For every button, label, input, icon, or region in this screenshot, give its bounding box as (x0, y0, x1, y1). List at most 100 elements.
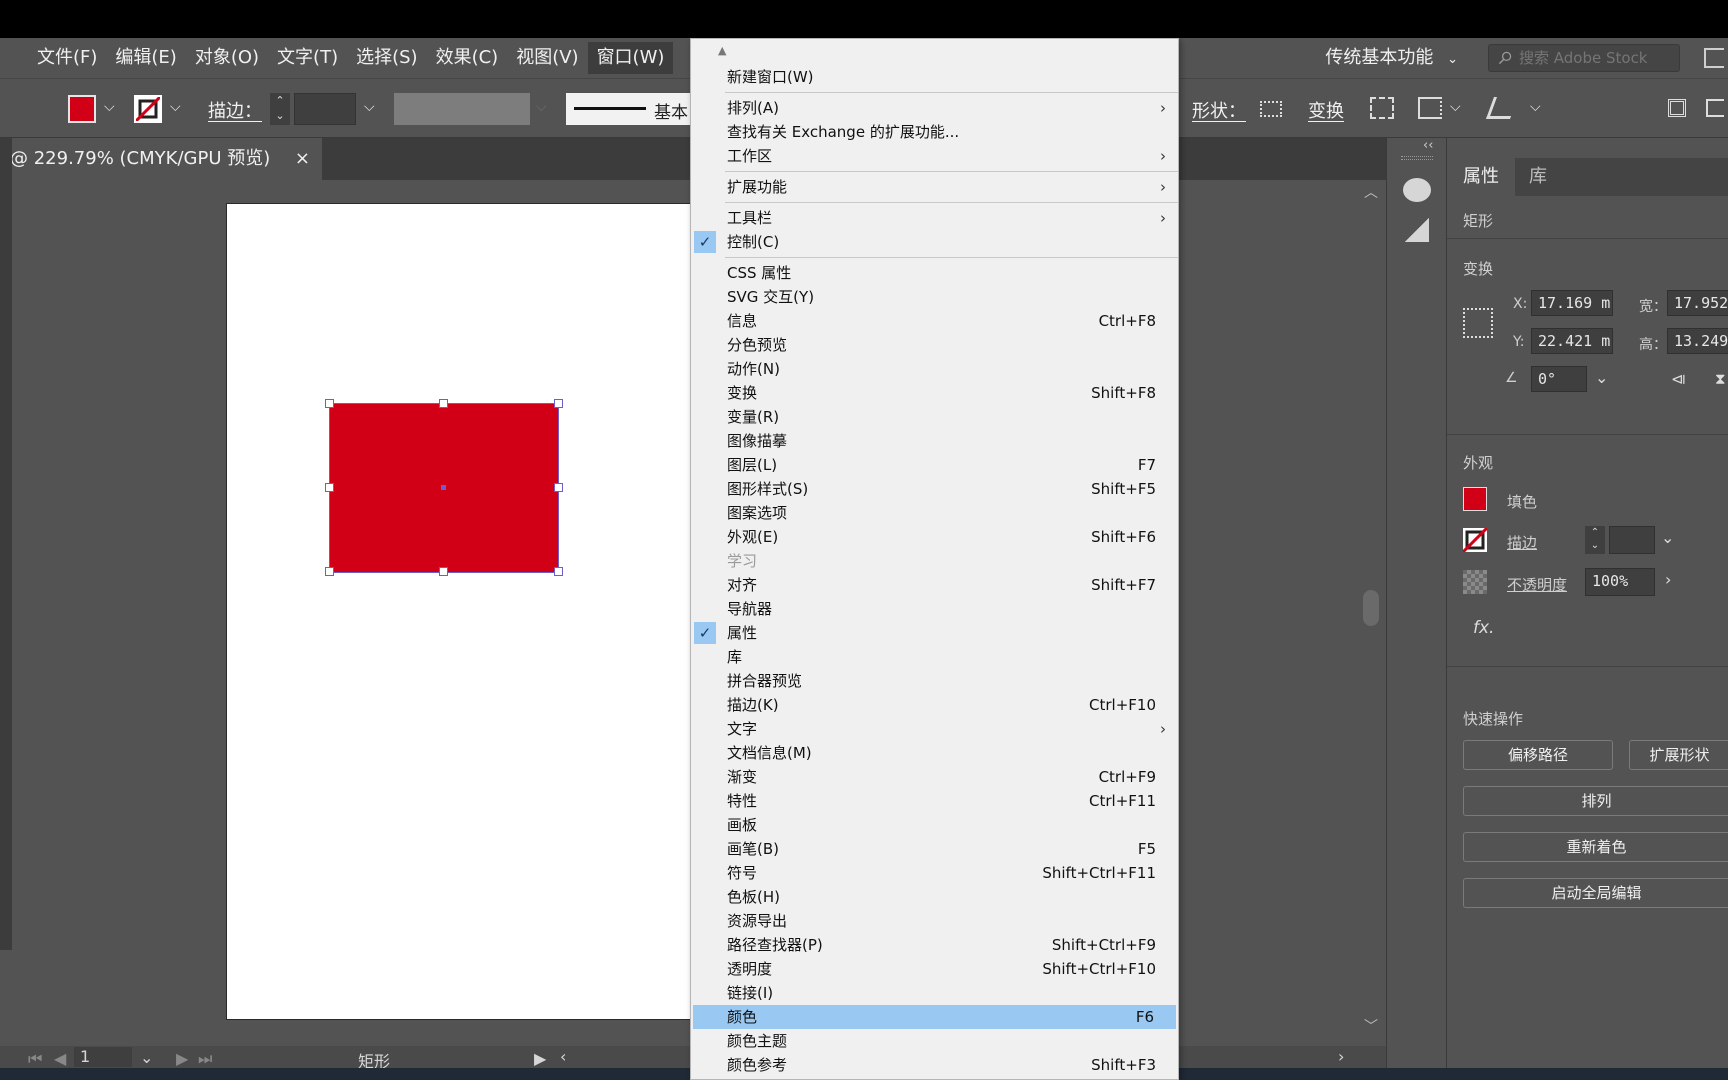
chevron-down-icon[interactable]: ⌵ (104, 99, 115, 115)
chevron-right-icon[interactable]: › (1665, 570, 1671, 589)
menu-item[interactable]: 新建窗口(W) (691, 65, 1178, 89)
page-number-field[interactable]: 1 (74, 1047, 132, 1067)
chevron-up-icon[interactable]: ︿ (1364, 182, 1378, 202)
menu-item[interactable]: 图层(L) F7 (691, 453, 1178, 477)
chevron-down-icon[interactable]: ⌵ (1530, 99, 1541, 115)
color-palette-icon[interactable] (1403, 178, 1431, 202)
opacity-field[interactable]: 100% (1585, 568, 1655, 596)
selection-handle[interactable] (439, 567, 448, 576)
arrange-button[interactable]: 排列 (1463, 786, 1728, 816)
fill-swatch[interactable] (1463, 487, 1487, 511)
reference-point-icon[interactable] (1463, 308, 1493, 338)
menu-item[interactable]: 动作(N) (691, 357, 1178, 381)
menu-item[interactable]: SVG 交互(Y) (691, 285, 1178, 309)
transform-link[interactable]: 变换 (1308, 97, 1344, 123)
stroke-weight-field[interactable] (294, 93, 356, 125)
menu-view[interactable]: 视图(V) (507, 42, 587, 74)
vertical-scrollbar[interactable]: ︿ ﹀ (1356, 180, 1384, 1046)
scroll-up-icon[interactable]: ▲ (718, 44, 726, 57)
play-icon[interactable]: ▶ (534, 1049, 546, 1068)
toolbar-edge[interactable] (0, 138, 12, 950)
next-page-icon[interactable]: ▶ (176, 1049, 188, 1068)
chevron-down-icon[interactable]: ⌵ (364, 99, 375, 115)
first-page-icon[interactable]: ⏮ (28, 1049, 42, 1069)
collapse-icon[interactable]: ‹‹ (1423, 138, 1433, 153)
height-field[interactable]: 13.249 (1667, 328, 1728, 354)
menu-item[interactable]: 渐变 Ctrl+F9 (691, 765, 1178, 789)
recolor-button[interactable]: 重新着色 (1463, 832, 1728, 862)
chevron-down-icon[interactable]: ⌵ (170, 99, 181, 115)
menu-item[interactable]: 图案选项 (691, 501, 1178, 525)
stepper-icon[interactable]: ⌃ ⌄ (1585, 526, 1605, 554)
width-field[interactable]: 17.952 (1667, 290, 1728, 316)
prev-page-icon[interactable]: ◀ (54, 1049, 66, 1068)
tab-properties[interactable]: 属性 (1447, 158, 1515, 196)
menu-item[interactable]: 画笔(B) F5 (691, 837, 1178, 861)
rotation-field[interactable]: 0° (1531, 366, 1587, 392)
stroke-weight-field[interactable] (1609, 526, 1655, 554)
stroke-weight-label[interactable]: 描边： (208, 97, 262, 123)
menu-window[interactable]: 窗口(W) (587, 42, 674, 74)
workspace-switcher[interactable]: 传统基本功能 ⌄ (1325, 38, 1458, 78)
menu-item[interactable]: 路径查找器(P) Shift+Ctrl+F9 (691, 933, 1178, 957)
menu-object[interactable]: 对象(O) (186, 42, 268, 74)
selection-handle[interactable] (554, 483, 563, 492)
brush-definition-field[interactable]: 基本 (566, 93, 690, 125)
fill-swatch[interactable] (68, 95, 96, 123)
shape-label[interactable]: 形状： (1192, 97, 1246, 123)
shape-icon[interactable] (1260, 101, 1282, 117)
tab-library[interactable]: 库 (1513, 158, 1563, 196)
flip-vertical-icon[interactable]: ⧗ (1715, 370, 1726, 388)
menu-item[interactable]: 画板 (691, 813, 1178, 837)
grid-icon[interactable] (1668, 99, 1686, 117)
opacity-label[interactable]: 不透明度 (1507, 574, 1567, 595)
align-icon[interactable] (1370, 97, 1394, 119)
stock-search[interactable] (1488, 44, 1680, 72)
chevron-down-icon[interactable]: ⌄ (1661, 528, 1674, 547)
menu-item[interactable]: 分色预览 (691, 333, 1178, 357)
menu-item[interactable]: 变量(R) (691, 405, 1178, 429)
menu-item[interactable]: ✓ 控制(C) (691, 230, 1178, 254)
close-icon[interactable]: × (295, 138, 310, 180)
menu-item[interactable]: 图形样式(S) Shift+F5 (691, 477, 1178, 501)
menu-item[interactable]: 查找有关 Exchange 的扩展功能... (691, 120, 1178, 144)
selection-handle[interactable] (439, 399, 448, 408)
chevron-down-icon[interactable]: ﹀ (1364, 1016, 1378, 1036)
puppet-warp-icon[interactable] (1485, 97, 1519, 119)
menu-edit[interactable]: 编辑(E) (106, 42, 185, 74)
stroke-swatch[interactable] (1461, 526, 1489, 554)
selection-handle[interactable] (325, 399, 334, 408)
menu-item[interactable]: 颜色参考 Shift+F3 (691, 1053, 1178, 1077)
menu-item[interactable]: 链接(I) (691, 981, 1178, 1005)
search-input[interactable] (1519, 49, 1679, 67)
menu-item[interactable]: 资源导出 (691, 909, 1178, 933)
menu-effect[interactable]: 效果(C) (427, 42, 508, 74)
document-tab[interactable]: @ 229.79% (CMYK/GPU 预览) × (0, 138, 322, 180)
artboard[interactable] (226, 203, 708, 1020)
menu-item[interactable]: 外观(E) Shift+F6 (691, 525, 1178, 549)
menu-item[interactable]: 描边(K) Ctrl+F10 (691, 693, 1178, 717)
scroll-thumb[interactable] (1363, 590, 1379, 626)
color-guide-icon[interactable] (1405, 218, 1429, 242)
horizontal-scroll-left-icon[interactable]: ‹ (560, 1047, 566, 1066)
x-field[interactable]: 17.169 m (1531, 290, 1613, 316)
chevron-down-icon[interactable]: ⌵ (1450, 99, 1461, 115)
selection-handle[interactable] (554, 399, 563, 408)
menu-item[interactable]: 文字 › (691, 717, 1178, 741)
chevron-down-icon[interactable]: ⌄ (1595, 368, 1608, 387)
stepper-icon[interactable]: ⌃ ⌄ (270, 93, 290, 125)
menu-item[interactable]: ✓ 属性 (691, 621, 1178, 645)
panel-menu-icon[interactable] (1704, 48, 1724, 68)
flip-horizontal-icon[interactable]: ⧏ (1671, 370, 1686, 388)
isolate-icon[interactable] (1418, 97, 1442, 119)
last-page-icon[interactable]: ⏭ (198, 1049, 212, 1069)
menu-item[interactable]: 排列(A) › (691, 96, 1178, 120)
menu-select[interactable]: 选择(S) (347, 42, 426, 74)
menu-type[interactable]: 文字(T) (268, 42, 347, 74)
global-edit-button[interactable]: 启动全局编辑 (1463, 878, 1728, 908)
menu-item[interactable]: 导航器 (691, 597, 1178, 621)
variable-width-field[interactable] (394, 93, 530, 125)
menu-item[interactable]: 图像描摹 (691, 429, 1178, 453)
y-field[interactable]: 22.421 m (1531, 328, 1613, 354)
menu-file[interactable]: 文件(F) (28, 42, 106, 74)
